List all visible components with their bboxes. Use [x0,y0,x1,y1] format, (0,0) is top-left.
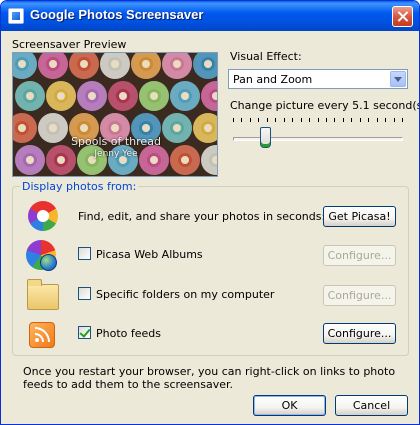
photo-feeds-configure-button[interactable]: Configure... [323,323,396,344]
web-albums-configure-button[interactable]: Configure... [323,245,396,266]
chevron-down-icon[interactable] [390,71,406,87]
close-button[interactable] [392,6,413,27]
web-albums-icon [26,240,57,271]
rss-feed-icon [29,322,55,348]
screensaver-preview: Spools of thread Jenny Yee [12,52,218,177]
display-photos-legend: Display photos from: [20,180,139,193]
folders-checkbox[interactable] [78,287,91,300]
screensaver-dialog: Google Photos Screensaver Screensaver Pr… [0,0,420,425]
preview-caption-author: Jenny Yee [94,149,138,159]
ok-button[interactable]: OK [253,395,326,416]
visual-effect-select[interactable]: Pan and Zoom [228,69,408,89]
slider-thumb[interactable] [260,127,271,148]
web-albums-label: Picasa Web Albums [96,248,203,261]
get-picasa-button[interactable]: Get Picasa! [323,206,396,227]
restart-note: Once you restart your browser, you can r… [23,365,396,391]
preview-caption-title: Spools of thread [71,135,161,148]
app-icon [8,8,24,24]
folders-configure-button[interactable]: Configure... [323,285,396,306]
slider-ticks [233,118,403,123]
photo-feeds-label: Photo feeds [96,327,161,340]
preview-label: Screensaver Preview [12,38,127,51]
slider-track [233,137,403,141]
window-title: Google Photos Screensaver [30,7,204,22]
cancel-button[interactable]: Cancel [335,395,408,416]
folder-icon [27,279,59,310]
title-bar[interactable]: Google Photos Screensaver [1,1,419,31]
web-albums-checkbox[interactable] [78,247,91,260]
photo-feeds-checkbox[interactable] [78,326,91,339]
visual-effect-value: Pan and Zoom [233,73,313,86]
get-picasa-text: Find, edit, and share your photos in sec… [78,210,326,223]
interval-label: Change picture every 5.1 second(s): [230,99,420,112]
interval-slider[interactable] [233,118,403,148]
folders-label: Specific folders on my computer [96,288,275,301]
visual-effect-label: Visual Effect: [230,50,302,63]
picasa-icon [28,201,58,231]
